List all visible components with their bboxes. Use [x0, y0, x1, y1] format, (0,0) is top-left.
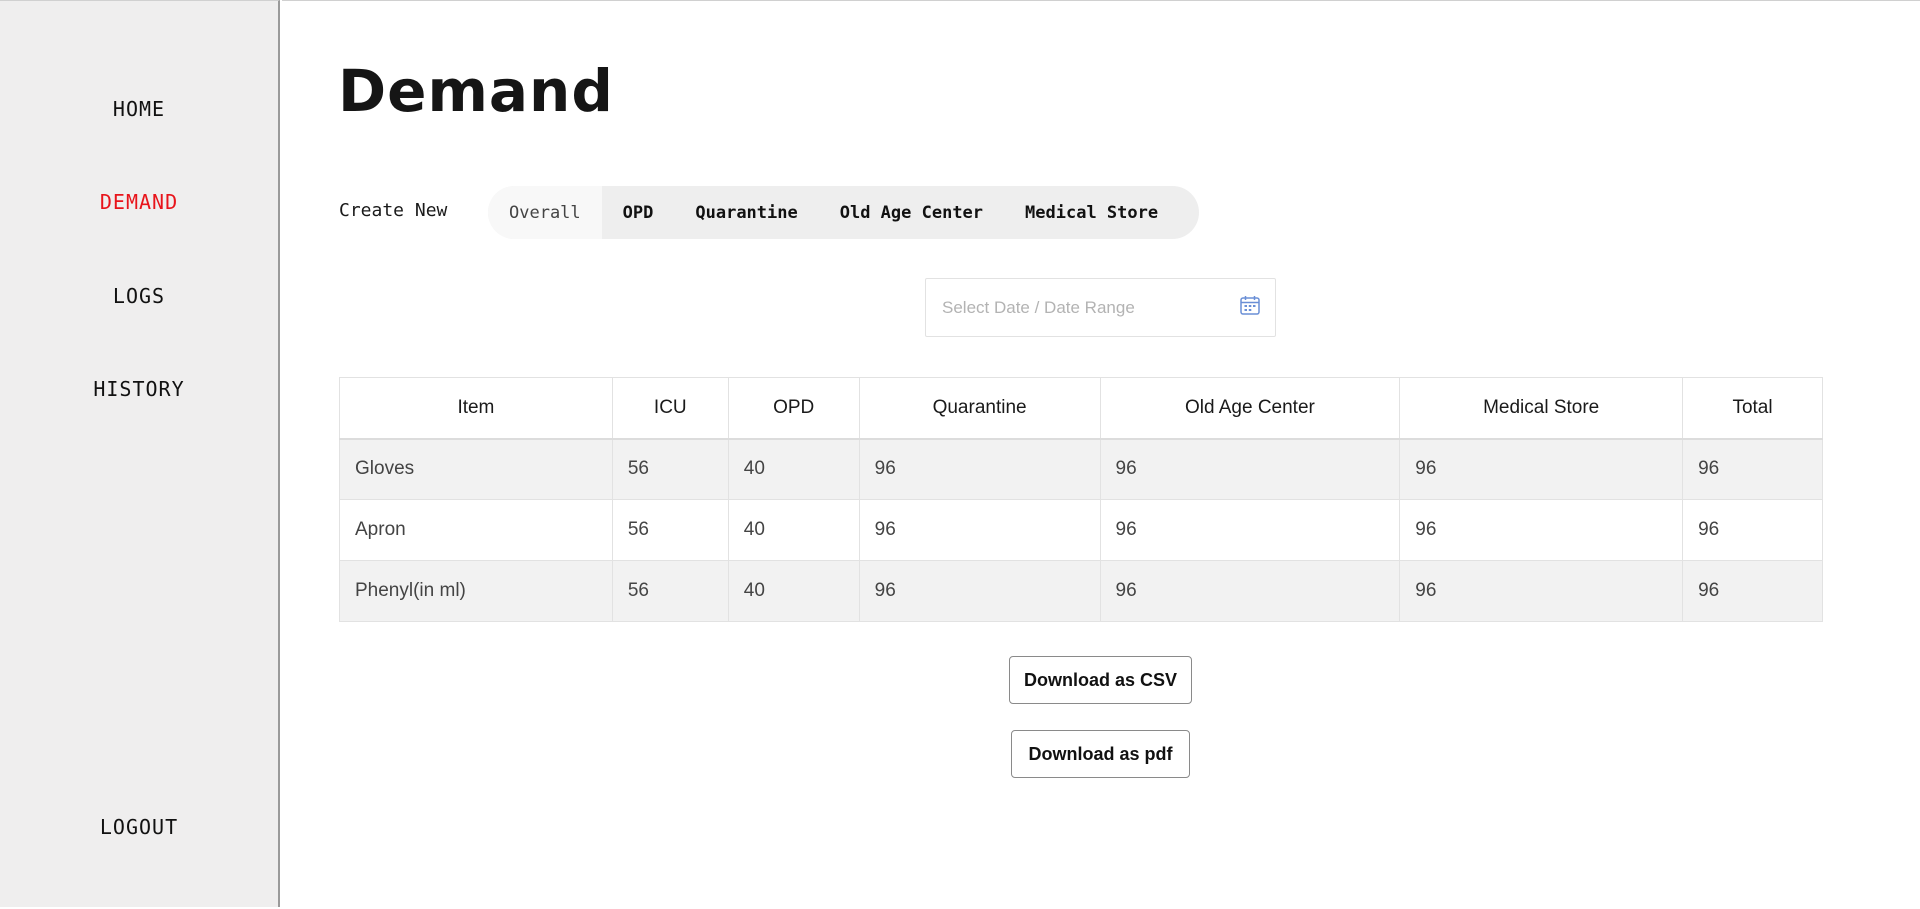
table-cell: 96 [1682, 499, 1823, 561]
tab-medical-store[interactable]: Medical Store [1004, 186, 1179, 239]
table-cell: 96 [1099, 499, 1401, 561]
table-cell: Phenyl(in ml) [339, 560, 613, 622]
table-cell: 56 [611, 438, 729, 500]
demand-table: Item ICU OPD Quarantine Old Age Center M… [339, 377, 1823, 622]
column-header: Quarantine [858, 377, 1101, 440]
table-row: Gloves 56 40 96 96 96 96 [339, 438, 1823, 500]
table-cell: 96 [1399, 560, 1684, 622]
column-header: Total [1682, 377, 1823, 440]
table-cell: 96 [858, 438, 1101, 500]
column-header: Old Age Center [1099, 377, 1401, 440]
calendar-icon[interactable] [1239, 294, 1261, 321]
table-cell: 96 [1682, 438, 1823, 500]
table-cell: Gloves [339, 438, 613, 500]
table-cell: 56 [611, 560, 729, 622]
table-row: Phenyl(in ml) 56 40 96 96 96 96 [339, 560, 1823, 622]
table-cell: 96 [1399, 499, 1684, 561]
table-cell: 96 [1399, 438, 1684, 500]
page-title: Demand [338, 57, 614, 125]
column-header: OPD [727, 377, 860, 440]
table-header-row: Item ICU OPD Quarantine Old Age Center M… [339, 377, 1823, 440]
main-content: Demand Create New Overall OPD Quarantine… [282, 0, 1920, 907]
table-cell: Apron [339, 499, 613, 561]
download-pdf-button[interactable]: Download as pdf [1011, 730, 1190, 778]
table-cell: 96 [1682, 560, 1823, 622]
column-header: Medical Store [1399, 377, 1684, 440]
date-picker-placeholder: Select Date / Date Range [942, 297, 1135, 317]
download-csv-button[interactable]: Download as CSV [1009, 656, 1192, 704]
tab-old-age-center[interactable]: Old Age Center [819, 186, 1004, 239]
sidebar-item-demand[interactable]: DEMAND [0, 190, 278, 214]
tab-overall[interactable]: Overall [488, 186, 602, 239]
date-range-picker[interactable]: Select Date / Date Range [925, 278, 1276, 337]
create-new-button[interactable]: Create New [339, 200, 447, 221]
table-cell: 40 [727, 560, 860, 622]
sidebar-item-home[interactable]: HOME [0, 97, 278, 121]
table-cell: 96 [858, 560, 1101, 622]
table-cell: 40 [727, 499, 860, 561]
table-cell: 96 [858, 499, 1101, 561]
table-row: Apron 56 40 96 96 96 96 [339, 499, 1823, 561]
logout-button[interactable]: LOGOUT [0, 815, 278, 839]
table-cell: 40 [727, 438, 860, 500]
column-header: Item [339, 377, 613, 440]
table-cell: 96 [1099, 560, 1401, 622]
tab-opd[interactable]: OPD [602, 186, 675, 239]
demand-table-container: Item ICU OPD Quarantine Old Age Center M… [339, 377, 1823, 622]
sidebar-item-history[interactable]: HISTORY [0, 377, 278, 401]
sidebar: HOME DEMAND LOGS HISTORY LOGOUT [0, 0, 280, 907]
table-cell: 56 [611, 499, 729, 561]
tab-bar: Overall OPD Quarantine Old Age Center Me… [488, 186, 1200, 239]
tab-quarantine[interactable]: Quarantine [674, 186, 818, 239]
sidebar-item-logs[interactable]: LOGS [0, 284, 278, 308]
table-cell: 96 [1099, 438, 1401, 500]
column-header: ICU [611, 377, 729, 440]
